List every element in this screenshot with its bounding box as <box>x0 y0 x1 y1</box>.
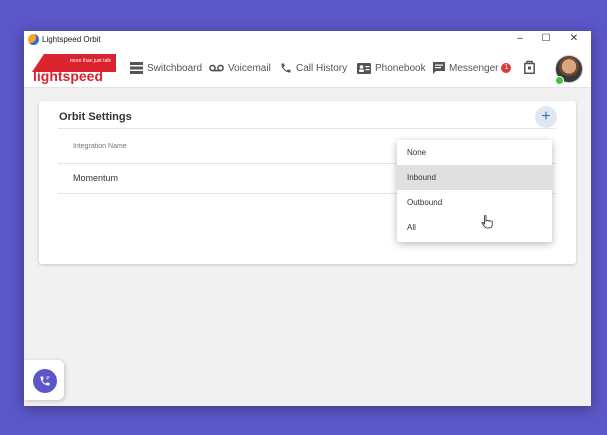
nav-voicemail[interactable]: Voicemail <box>209 60 271 76</box>
phone-call-icon <box>40 376 50 386</box>
contact-card-icon <box>357 62 371 74</box>
phone-icon <box>281 63 291 73</box>
card-title: Orbit Settings <box>59 111 132 123</box>
divider <box>58 128 556 129</box>
nav-label: Messenger <box>449 62 499 74</box>
nav-messenger[interactable]: Messenger 1 <box>433 60 512 76</box>
nav-phonebook[interactable]: Phonebook <box>357 60 426 76</box>
brand-name: lightspeed <box>33 68 103 84</box>
voicemail-icon <box>209 64 224 72</box>
nav-call-history[interactable]: Call History <box>280 60 347 76</box>
nav-label: Voicemail <box>228 62 271 74</box>
option-inbound[interactable]: Inbound <box>397 165 552 190</box>
dialer-tab[interactable] <box>24 360 64 400</box>
chat-icon <box>433 62 445 74</box>
window-title: Lightspeed Orbit <box>42 35 101 44</box>
title-bar: Lightspeed Orbit – ☐ ✕ <box>24 31 591 48</box>
integration-row-name[interactable]: Momentum <box>73 173 118 183</box>
hand-cursor-icon <box>481 215 493 229</box>
close-button[interactable]: ✕ <box>561 31 587 48</box>
minimize-button[interactable]: – <box>507 31 533 48</box>
direction-dropdown-menu: None Inbound Outbound All <box>397 140 552 242</box>
integration-name-header: Integration Name <box>73 143 127 150</box>
app-window: Lightspeed Orbit – ☐ ✕ more than just ta… <box>24 31 591 406</box>
lightspeed-logo[interactable]: more than just talk lightspeed <box>30 50 118 85</box>
option-outbound[interactable]: Outbound <box>397 190 552 215</box>
unread-badge: 1 <box>501 63 512 73</box>
option-none[interactable]: None <box>397 140 552 165</box>
presence-indicator <box>555 76 564 85</box>
option-all[interactable]: All <box>397 215 552 240</box>
app-logo-icon <box>28 34 39 45</box>
nav-label: Switchboard <box>147 62 203 74</box>
brand-tagline: more than just talk <box>70 58 111 64</box>
switchboard-icon <box>130 62 143 74</box>
nav-label: Phonebook <box>375 62 426 74</box>
bag-icon[interactable] <box>524 60 535 74</box>
add-integration-button[interactable]: + <box>535 106 557 128</box>
dialer-button[interactable] <box>33 369 57 393</box>
nav-switchboard[interactable]: Switchboard <box>130 60 202 76</box>
top-navigation: more than just talk lightspeed Switchboa… <box>24 48 591 88</box>
maximize-button[interactable]: ☐ <box>533 31 559 48</box>
nav-label: Call History <box>296 62 348 74</box>
